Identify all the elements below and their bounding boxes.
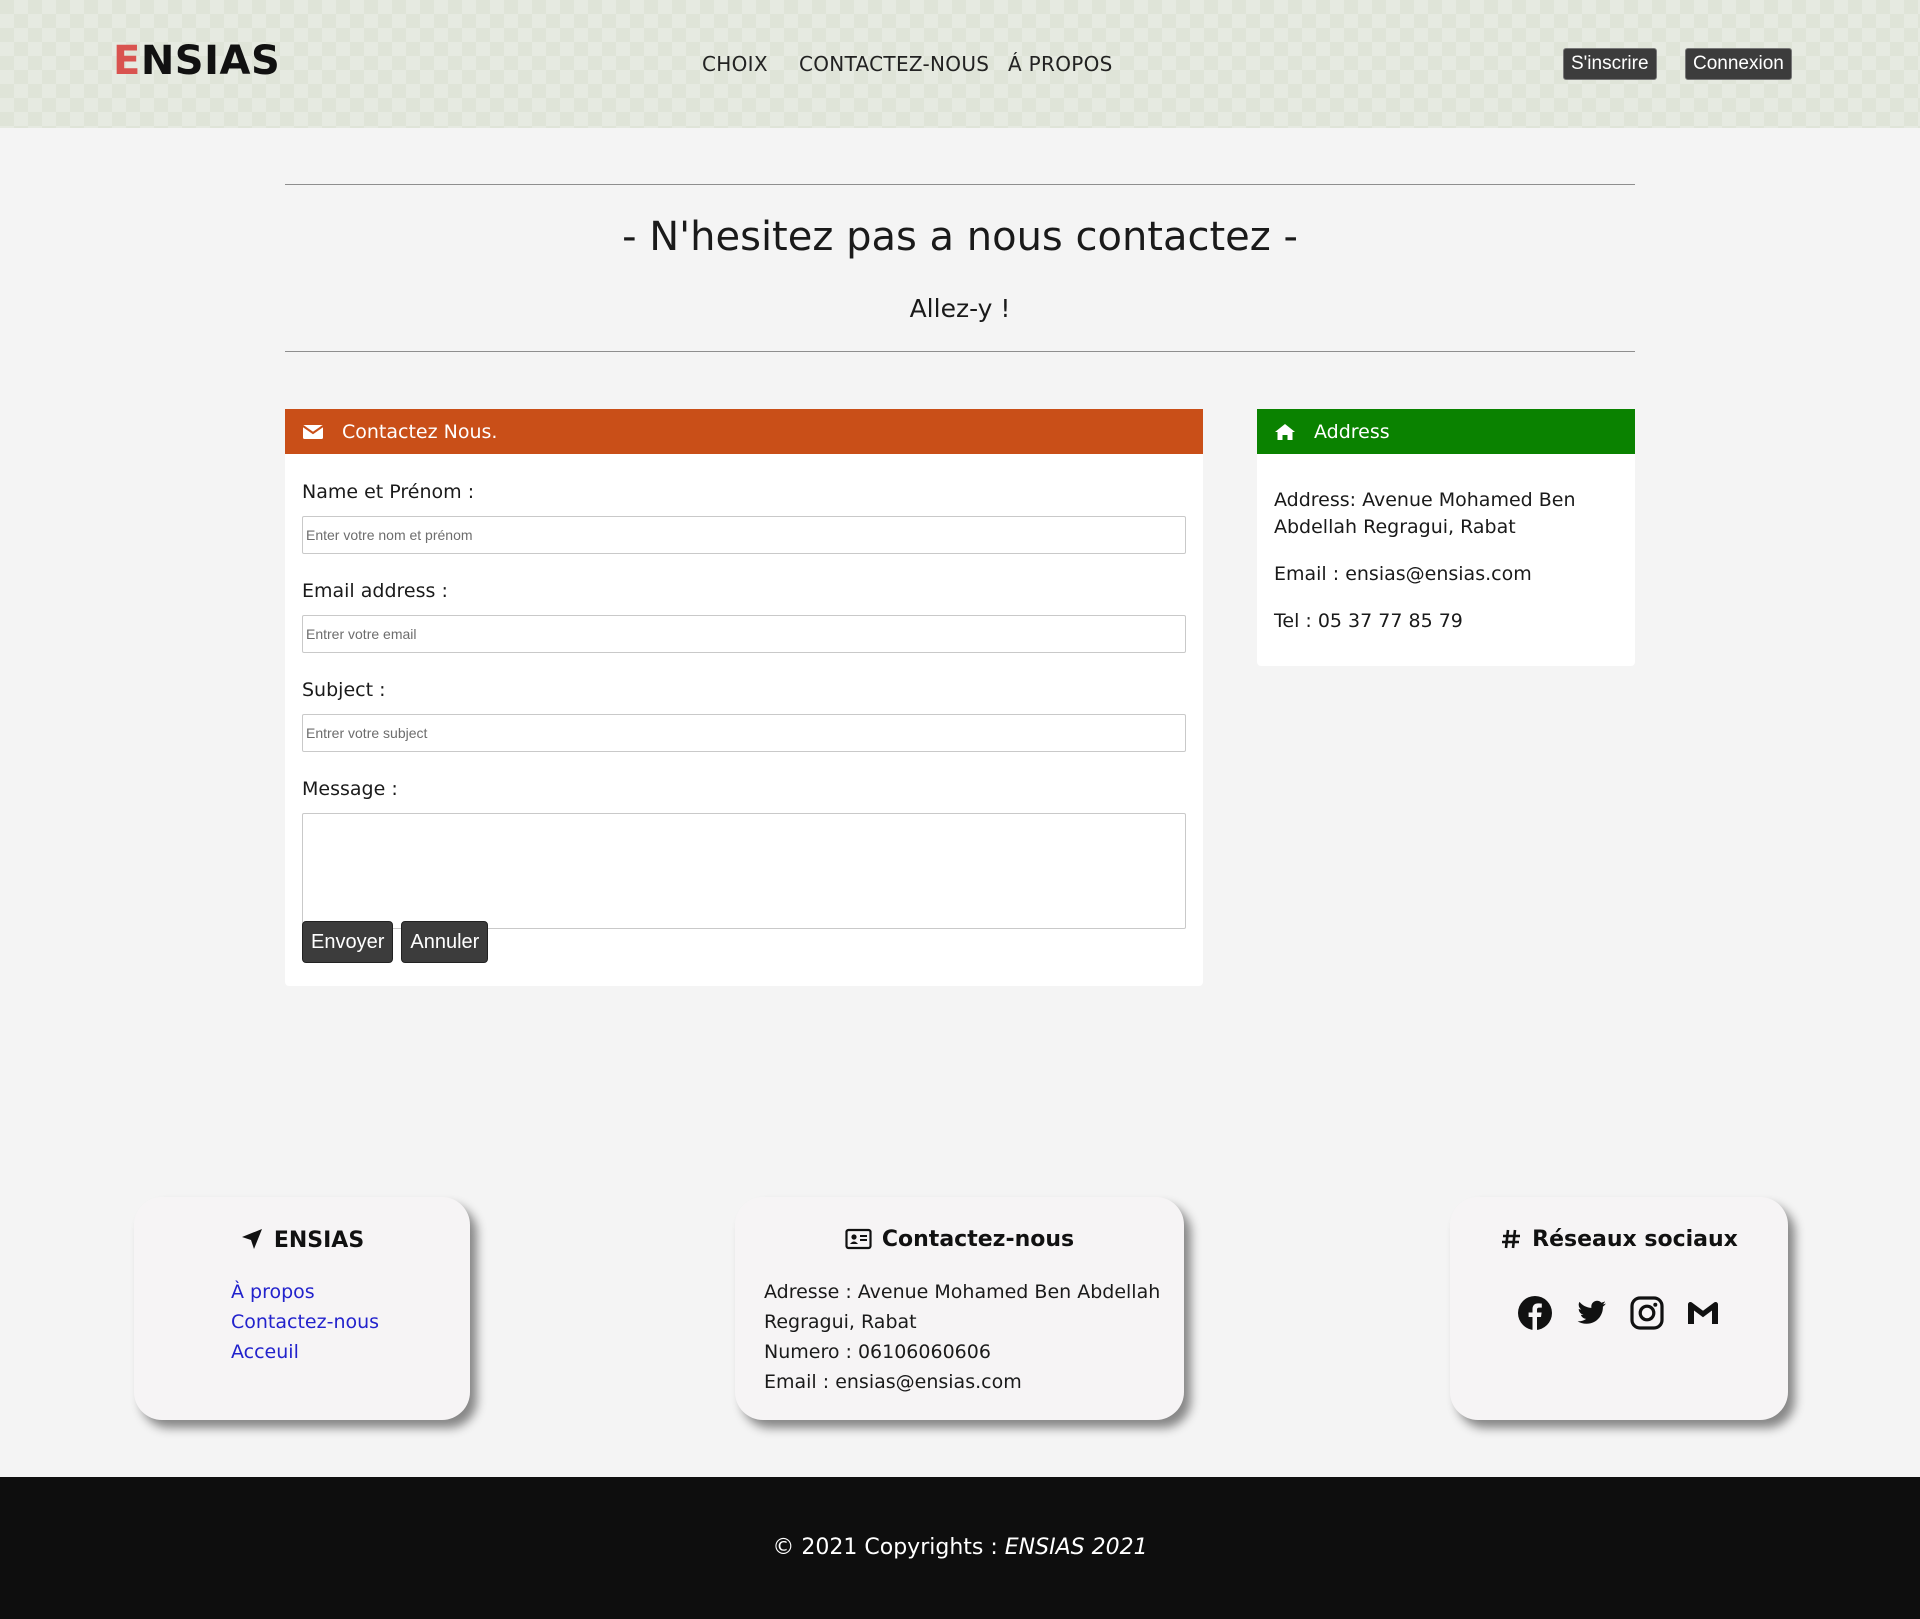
address-card-header: Address <box>1257 409 1635 454</box>
email-input[interactable] <box>302 615 1186 653</box>
facebook-icon[interactable] <box>1517 1295 1553 1331</box>
instagram-icon[interactable] <box>1629 1295 1665 1331</box>
top-navbar: ENSIAS CHOIX CONTACTEZ-NOUS Á PROPOS S'i… <box>0 0 1920 128</box>
page-title: - N'hesitez pas a nous contactez - <box>622 214 1298 260</box>
form-actions: Envoyer Annuler <box>302 921 489 963</box>
message-label: Message : <box>302 778 398 800</box>
subject-input[interactable] <box>302 714 1186 752</box>
contact-form: Name et Prénom : Email address : Subject… <box>302 481 1186 929</box>
footer-social-card: Réseaux sociaux <box>1450 1197 1788 1420</box>
footer-contact-card: Contactez-nous Adresse : Avenue Mohamed … <box>735 1197 1184 1420</box>
twitter-icon[interactable] <box>1573 1295 1609 1331</box>
footer-contact-info: Adresse : Avenue Mohamed Ben Abdellah Re… <box>764 1277 1164 1397</box>
footer-phone: Numero : 06106060606 <box>764 1341 991 1363</box>
name-input[interactable] <box>302 516 1186 554</box>
envelope-icon <box>302 423 324 441</box>
footer-about-card: ENSIAS À propos Contactez-nous Acceuil <box>134 1197 470 1420</box>
email-label: Email address : <box>302 580 448 602</box>
footer-about-heading: ENSIAS <box>134 1227 470 1253</box>
name-label: Name et Prénom : <box>302 481 475 503</box>
page-subtitle: Allez-y ! <box>909 294 1011 323</box>
footer-links: À propos Contactez-nous Acceuil <box>231 1277 379 1367</box>
address-details: Address: Avenue Mohamed Ben Abdellah Reg… <box>1274 487 1618 655</box>
footer-link-about[interactable]: À propos <box>231 1277 379 1307</box>
contact-form-title: Contactez Nous. <box>342 420 498 443</box>
signup-button[interactable]: S'inscrire <box>1563 48 1657 80</box>
address-email: Email : ensias@ensias.com <box>1274 563 1532 585</box>
footer-social-heading: Réseaux sociaux <box>1450 1227 1788 1252</box>
address-card-icon <box>845 1228 872 1250</box>
footer-contact-title: Contactez-nous <box>881 1227 1075 1252</box>
contact-form-header: Contactez Nous. <box>285 409 1203 454</box>
address-card-title: Address <box>1314 420 1390 443</box>
footer-bar: © 2021 Copyrights : ENSIAS 2021 <box>0 1477 1920 1619</box>
footer-link-contact[interactable]: Contactez-nous <box>231 1307 379 1337</box>
footer-contact-heading: Contactez-nous <box>735 1227 1184 1252</box>
footer-address: Adresse : Avenue Mohamed Ben Abdellah Re… <box>764 1281 1161 1333</box>
contact-form-card: Contactez Nous. Name et Prénom : Email a… <box>285 409 1203 986</box>
nav-link-about[interactable]: Á PROPOS <box>1008 52 1113 76</box>
hero-divider-bottom <box>285 351 1635 352</box>
copyright-text: © 2021 Copyrights : ENSIAS 2021 <box>0 1535 1920 1560</box>
message-textarea[interactable] <box>302 813 1186 929</box>
location-arrow-icon <box>241 1229 262 1249</box>
footer-link-home[interactable]: Acceuil <box>231 1337 379 1367</box>
home-icon <box>1274 423 1296 441</box>
footer-about-title: ENSIAS <box>273 1228 365 1253</box>
footer-social-title: Réseaux sociaux <box>1532 1227 1738 1252</box>
hero-divider-top <box>285 184 1635 185</box>
address-tel: Tel : 05 37 77 85 79 <box>1274 610 1463 632</box>
address-text: Address: Avenue Mohamed Ben Abdellah Reg… <box>1274 489 1576 538</box>
nav-link-choix[interactable]: CHOIX <box>702 52 768 76</box>
subject-label: Subject : <box>302 679 386 701</box>
social-links <box>1450 1295 1788 1331</box>
hashtag-icon <box>1502 1229 1521 1249</box>
gmail-icon[interactable] <box>1685 1295 1721 1331</box>
copyright-brand: ENSIAS 2021 <box>1004 1535 1148 1560</box>
login-button[interactable]: Connexion <box>1685 48 1792 80</box>
nav-link-contact[interactable]: CONTACTEZ-NOUS <box>799 52 989 76</box>
address-card: Address Address: Avenue Mohamed Ben Abde… <box>1257 409 1635 666</box>
footer-email: Email : ensias@ensias.com <box>764 1371 1022 1393</box>
send-button[interactable]: Envoyer <box>302 921 394 963</box>
cancel-button[interactable]: Annuler <box>401 921 489 963</box>
copyright-prefix: © 2021 Copyrights : <box>772 1535 1005 1560</box>
